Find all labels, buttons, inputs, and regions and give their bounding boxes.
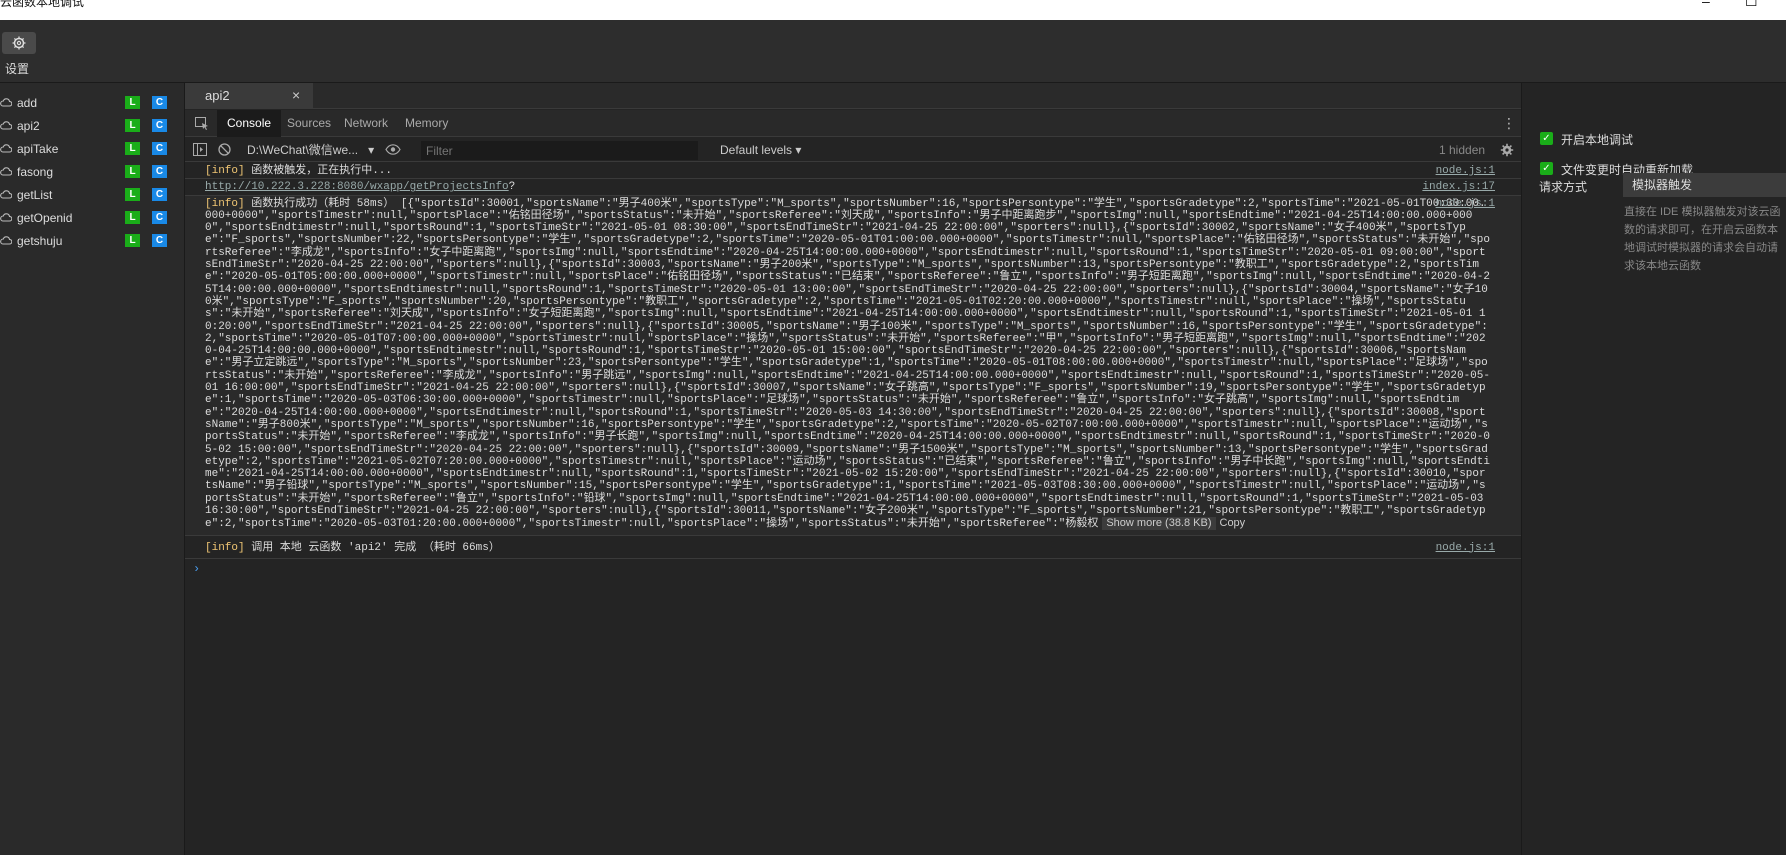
info-tag: [info] [205, 541, 245, 554]
hidden-count: 1 hidden [1439, 143, 1486, 157]
function-name: getOpenid [17, 211, 73, 225]
function-list: add L Capi2 L CapiTake L Cfasong L CgetList L Cget… [0, 83, 185, 855]
local-badge[interactable]: L [125, 119, 140, 132]
console-prompt[interactable]: › [185, 559, 1521, 579]
console-message: http://10.222.3.228:8080/wxapp/getProjec… [185, 179, 1521, 196]
request-url-link[interactable]: http://10.222.3.228:8080/wxapp/getProjec… [205, 181, 509, 193]
minimize-button[interactable]: – [1702, 0, 1710, 9]
cloud-icon [0, 167, 12, 176]
request-mode-label: 请求方式 [1539, 180, 1588, 194]
cloud-badge[interactable]: C [152, 211, 167, 224]
devtools-panel: api2 × Console Sources Network Memory ⋮ … [185, 83, 1521, 855]
function-item[interactable]: getshuju L C [0, 229, 184, 252]
filter-input[interactable] [421, 141, 698, 160]
checkbox-auto-reload[interactable]: ✓ [1540, 162, 1553, 175]
source-link[interactable]: node.js:1 [1436, 198, 1495, 210]
source-link[interactable]: index.js:17 [1422, 181, 1495, 193]
cloud-badge[interactable]: C [152, 119, 167, 132]
tab-memory[interactable]: Memory [395, 110, 458, 137]
function-item[interactable]: api2 L C [0, 114, 184, 137]
info-tag: [info] [205, 197, 245, 210]
tab-sources[interactable]: Sources [277, 110, 341, 137]
cloud-badge[interactable]: C [152, 96, 167, 109]
inspect-element-icon[interactable] [195, 117, 209, 130]
console-toolbar: D:\WeChat\微信we... ▾ Default levels ▾ 1 h… [185, 138, 1521, 162]
local-badge[interactable]: L [125, 142, 140, 155]
function-name: add [17, 96, 38, 110]
function-name: getshuju [17, 234, 63, 248]
tab-api2[interactable]: api2 × [185, 83, 313, 109]
source-link[interactable]: node.js:1 [1436, 542, 1495, 554]
settings-label: 设置 [5, 62, 30, 76]
window-title: 云函数本地调试 [0, 0, 85, 9]
log-levels-dropdown[interactable]: Default levels ▾ [720, 138, 801, 162]
console-message: [info] 函数被触发，正在执行中... node.js:1 [185, 163, 1521, 180]
message-text: 函数执行成功（耗时 58ms） [{"sportsId":30001,"spor… [205, 197, 1491, 531]
function-item[interactable]: getList L C [0, 183, 184, 206]
cloud-badge[interactable]: C [152, 142, 167, 155]
cloud-icon [0, 213, 12, 222]
log-levels-label: Default levels [720, 143, 793, 157]
sidebar-toggle-icon[interactable] [193, 143, 207, 156]
function-name: apiTake [17, 142, 59, 156]
request-mode-value: 模拟器触发 [1632, 178, 1693, 192]
function-item[interactable]: apiTake L C [0, 137, 184, 160]
tab-label: api2 [205, 88, 230, 103]
cloud-badge[interactable]: C [152, 234, 167, 247]
cloud-icon [0, 98, 12, 107]
function-name: api2 [17, 119, 40, 133]
local-badge[interactable]: L [125, 165, 140, 178]
cloud-icon [0, 144, 12, 153]
message-text: 调用 本地 云函数 'api2' 完成 （耗时 66ms） [244, 541, 500, 554]
request-mode-description: 直接在 IDE 模拟器触发对该云函数的请求即可，在开启云函数本地调试时模拟器的请… [1624, 206, 1781, 272]
checkbox-local-debug[interactable]: ✓ [1540, 132, 1553, 145]
function-item[interactable]: fasong L C [0, 160, 184, 183]
function-item[interactable]: getOpenid L C [0, 206, 184, 229]
top-toolbar: 设置 [0, 20, 1786, 83]
cloud-icon [0, 236, 12, 245]
info-tag: [info] [205, 165, 245, 177]
console-settings-icon[interactable] [1500, 143, 1514, 157]
request-mode-select[interactable]: 模拟器触发 [1623, 173, 1786, 197]
url-suffix: ? [508, 181, 516, 194]
local-badge[interactable]: L [125, 188, 140, 201]
prompt-icon: › [193, 561, 201, 576]
settings-button[interactable] [2, 32, 36, 54]
local-badge[interactable]: L [125, 96, 140, 109]
cloud-badge[interactable]: C [152, 188, 167, 201]
local-badge[interactable]: L [125, 234, 140, 247]
console-message: [info] 函数执行成功（耗时 58ms） [{"sportsId":3000… [185, 195, 1521, 536]
tab-network[interactable]: Network [334, 110, 398, 137]
local-debug-label: 开启本地调试 [1561, 133, 1634, 147]
cloud-icon [0, 121, 12, 130]
cloud-icon [0, 190, 12, 199]
eye-icon[interactable] [385, 144, 401, 155]
tab-console[interactable]: Console [217, 110, 282, 137]
context-selector[interactable]: D:\WeChat\微信we... ▾ [247, 138, 374, 162]
file-tab-bar: api2 × [185, 83, 1521, 109]
local-badge[interactable]: L [125, 211, 140, 224]
function-item[interactable]: add L C [0, 91, 184, 114]
context-label: D:\WeChat\微信we... [247, 143, 359, 157]
message-text: 函数被触发，正在执行中... [244, 165, 393, 177]
result-body: [info] 函数执行成功（耗时 58ms） [{"sportsId":3000… [205, 198, 1491, 531]
more-options-icon[interactable]: ⋮ [1502, 115, 1516, 132]
function-name: fasong [17, 165, 54, 179]
clear-console-icon[interactable] [218, 143, 231, 156]
source-link[interactable]: node.js:1 [1436, 165, 1495, 177]
gear-icon [12, 36, 26, 50]
copy-button[interactable]: Copy [1216, 517, 1250, 529]
console-message: [info] 调用 本地 云函数 'api2' 完成 （耗时 66ms） nod… [185, 536, 1521, 559]
debug-settings-panel: ✓ 开启本地调试 ✓ 文件变更时自动重新加载 请求方式 模拟器触发 直接在 ID… [1521, 83, 1786, 855]
cloud-badge[interactable]: C [152, 165, 167, 178]
show-more-button[interactable]: Show more (38.8 KB) [1102, 517, 1216, 530]
maximize-button[interactable]: ☐ [1745, 0, 1758, 10]
window-titlebar: 云函数本地调试 – ☐ [0, 0, 1786, 20]
close-icon[interactable]: × [292, 87, 300, 103]
console-output: [info] 函数被触发，正在执行中... node.js:1 http://1… [185, 163, 1521, 855]
devtools-tabs: Console Sources Network Memory ⋮ [185, 110, 1521, 137]
function-name: getList [17, 188, 53, 202]
